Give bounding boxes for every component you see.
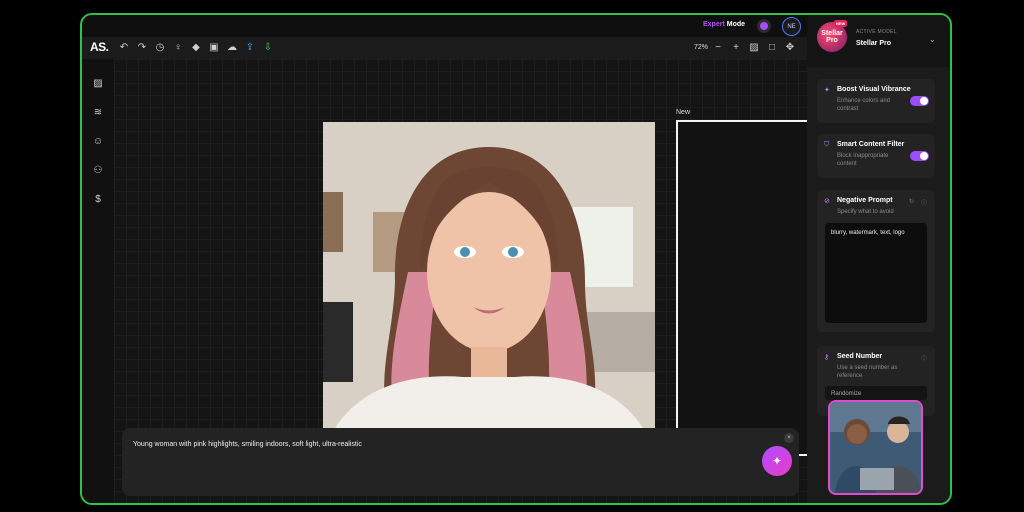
negative-desc: Specify what to avoid bbox=[837, 209, 894, 215]
filter-toggle[interactable] bbox=[910, 151, 929, 161]
reset-icon[interactable]: ↻ bbox=[909, 198, 914, 205]
dollar-icon[interactable]: $ bbox=[92, 194, 104, 206]
negative-title: Negative Prompt bbox=[837, 197, 893, 204]
app-logo: AS. bbox=[90, 40, 109, 54]
prompt-box[interactable]: Young woman with pink highlights, smilin… bbox=[122, 428, 799, 496]
negative-prompt-input[interactable]: blurry, watermark, text, logo bbox=[825, 223, 927, 323]
seed-desc: Use a seed number as reference bbox=[837, 365, 898, 379]
generate-button[interactable]: ✦ bbox=[762, 446, 792, 476]
frame-icon[interactable]: □ bbox=[766, 42, 778, 54]
redo-icon[interactable]: ↷ bbox=[136, 42, 148, 54]
move-icon[interactable]: ✥ bbox=[784, 42, 796, 54]
download-icon[interactable]: ⇩ bbox=[262, 42, 274, 54]
group-icon[interactable]: ⚇ bbox=[92, 165, 104, 177]
new-badge: NEW bbox=[834, 20, 848, 27]
zoom-out-icon[interactable]: − bbox=[712, 42, 724, 54]
boost-toggle[interactable] bbox=[910, 96, 929, 106]
lightbulb-icon[interactable]: ♀ bbox=[172, 42, 184, 54]
expert-mode-toggle[interactable] bbox=[757, 19, 771, 33]
cloud-upload-icon[interactable]: ☁ bbox=[226, 42, 238, 54]
active-model-label: ACTIVE MODEL bbox=[856, 29, 897, 35]
close-icon[interactable]: × bbox=[784, 433, 794, 443]
webcam-preview[interactable] bbox=[828, 400, 923, 495]
info-icon[interactable]: ⓘ bbox=[921, 198, 927, 207]
shield-icon: ⛉ bbox=[824, 141, 830, 148]
upload-icon[interactable]: ⇪ bbox=[244, 42, 256, 54]
image-icon[interactable]: ▨ bbox=[748, 42, 760, 54]
webcam-illustration bbox=[830, 402, 921, 493]
block-icon: ⊘ bbox=[824, 198, 830, 205]
magic-wand-icon: ✦ bbox=[771, 454, 783, 468]
filter-title: Smart Content Filter bbox=[837, 141, 905, 148]
seed-title: Seed Number bbox=[837, 353, 883, 360]
crop-icon[interactable]: ▣ bbox=[208, 42, 220, 54]
chevron-down-icon[interactable]: ⌄ bbox=[929, 35, 936, 44]
key-icon: ⚷ bbox=[824, 354, 830, 361]
zoom-level: 72% bbox=[694, 44, 709, 51]
zoom-in-icon[interactable]: + bbox=[730, 42, 742, 54]
undo-icon[interactable]: ↶ bbox=[118, 42, 130, 54]
randomize-label: Randomize bbox=[831, 391, 862, 397]
history-icon[interactable]: ◷ bbox=[154, 42, 166, 54]
negative-prompt-card: ⊘ Negative Prompt Specify what to avoid … bbox=[817, 190, 935, 332]
expert-mode-label: Expert Mode bbox=[703, 21, 746, 28]
filter-card: ⛉ Smart Content Filter Block inappropria… bbox=[817, 134, 935, 178]
user-avatar[interactable]: NE bbox=[782, 17, 801, 36]
filter-desc: Block inappropriate content bbox=[837, 153, 889, 167]
sparkle-icon: ✦ bbox=[824, 87, 830, 94]
model-name: Stellar Pro bbox=[856, 40, 892, 47]
new-canvas-label: New bbox=[676, 109, 691, 116]
app-frame: Expert Mode NE AS. ↶ ↷ ◷ ♀ ◆ ▣ ☁ ⇪ ⇩ 72%… bbox=[80, 13, 952, 505]
eraser-icon[interactable]: ◆ bbox=[190, 42, 202, 54]
left-sidebar: ▨ ≋ ☺ ⚇ $ bbox=[82, 59, 114, 503]
boost-desc: Enhance colors and contrast bbox=[837, 98, 891, 112]
portrait-illustration bbox=[323, 122, 655, 454]
info-icon[interactable]: ⓘ bbox=[921, 354, 927, 363]
boost-card: ✦ Boost Visual Vibrance Enhance colors a… bbox=[817, 79, 935, 123]
user-icon[interactable]: ☺ bbox=[92, 136, 104, 148]
gallery-icon[interactable]: ▨ bbox=[92, 78, 104, 90]
layers-icon[interactable]: ≋ bbox=[92, 107, 104, 119]
generated-image[interactable] bbox=[323, 122, 655, 454]
randomize-button[interactable]: Randomize bbox=[825, 386, 927, 400]
prompt-input[interactable]: Young woman with pink highlights, smilin… bbox=[133, 441, 362, 448]
boost-title: Boost Visual Vibrance bbox=[837, 86, 911, 93]
negative-prompt-text: blurry, watermark, text, logo bbox=[831, 230, 905, 236]
model-selector[interactable]: Stellar Pro NEW ACTIVE MODEL Stellar Pro… bbox=[807, 15, 950, 67]
